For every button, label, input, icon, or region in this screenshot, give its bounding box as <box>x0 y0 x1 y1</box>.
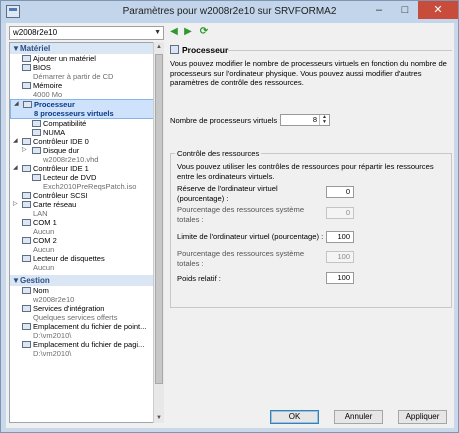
vm-selector[interactable]: w2008r2e10 ▼ <box>9 26 164 40</box>
collapse-icon: ▼ <box>12 44 20 53</box>
ide-controller-icon <box>22 138 31 145</box>
tree-item-numa[interactable]: NUMA <box>10 128 163 137</box>
hard-disk-icon <box>32 147 41 154</box>
maximize-button[interactable]: □ <box>392 1 418 19</box>
reserve-total-label: Pourcentage des ressources système total… <box>177 205 305 224</box>
toolbar: w2008r2e10 ▼ ◀ ▶ ⟳ <box>6 23 454 41</box>
network-adapter-icon <box>22 201 31 208</box>
processor-icon <box>170 45 179 54</box>
limit-label: Limite de l'ordinateur virtuel (pourcent… <box>177 232 324 241</box>
tree-item-com1[interactable]: COM 1 Aucun <box>10 218 163 236</box>
expand-icon[interactable]: ▷ <box>13 200 18 209</box>
compatibility-icon <box>32 120 41 127</box>
limit-total-label: Pourcentage des ressources système total… <box>177 249 305 268</box>
forward-arrow-icon[interactable]: ▶ <box>182 26 194 38</box>
integration-services-icon <box>22 305 31 312</box>
collapse-icon: ▼ <box>12 276 20 285</box>
paging-file-icon <box>22 341 31 348</box>
hardware-section-header[interactable]: ▼Matériel <box>10 43 163 54</box>
spinner-arrows-icon[interactable]: ▲ ▼ <box>319 115 329 125</box>
dialog-content: w2008r2e10 ▼ ◀ ▶ ⟳ ▼Matériel Ajouter un … <box>6 23 454 428</box>
scsi-controller-icon <box>22 192 31 199</box>
floppy-drive-icon <box>22 255 31 262</box>
com-port-icon <box>22 219 31 226</box>
scrollbar-thumb[interactable] <box>155 54 163 384</box>
settings-window: Paramètres pour w2008r2e10 sur SRVFORMA2… <box>0 0 459 433</box>
snapshot-file-icon <box>22 323 31 330</box>
chevron-down-icon: ▼ <box>154 29 161 36</box>
collapse-icon[interactable]: ◢ <box>13 164 18 173</box>
tree-item-dvd-drive[interactable]: Lecteur de DVD Exch2010PreReqsPatch.iso <box>10 173 163 191</box>
collapse-icon[interactable]: ◢ <box>13 137 18 146</box>
reserve-total-value: 0 <box>326 207 354 219</box>
management-section-header[interactable]: ▼Gestion <box>10 275 163 286</box>
tree-item-compatibility[interactable]: Compatibilité <box>10 119 163 128</box>
memory-icon <box>22 82 31 89</box>
tree-item-snapshot-location[interactable]: Emplacement du fichier de point... D:\vm2… <box>10 322 163 340</box>
processor-icon <box>23 101 32 108</box>
dialog-buttons: OK Annuler Appliquer <box>6 406 454 428</box>
reserve-label: Réserve de l'ordinateur virtuel (pourcen… <box>177 184 278 203</box>
add-hardware-icon <box>22 55 31 62</box>
resource-control-title: Contrôle des ressources <box>175 149 262 158</box>
title-bar: Paramètres pour w2008r2e10 sur SRVFORMA2… <box>1 1 458 23</box>
close-button[interactable]: ✕ <box>418 1 458 19</box>
numa-icon <box>32 129 41 136</box>
tree-item-integration-services[interactable]: Services d'intégration Quelques services … <box>10 304 163 322</box>
limit-total-value: 100 <box>326 251 354 263</box>
expand-icon[interactable]: ▷ <box>22 146 27 155</box>
tree-item-name[interactable]: Nom w2008r2e10 <box>10 286 163 304</box>
ok-button[interactable]: OK <box>270 410 319 424</box>
tree-item-hard-disk[interactable]: ▷ Disque dur w2008r2e10.vhd <box>10 146 163 164</box>
resource-control-group: Contrôle des ressources Vous pouvez util… <box>170 149 452 308</box>
relative-weight-label: Poids relatif : <box>177 274 221 283</box>
collapse-icon[interactable]: ◢ <box>14 100 19 109</box>
dvd-drive-icon <box>32 174 41 181</box>
ide-controller-icon <box>22 165 31 172</box>
refresh-icon[interactable]: ⟳ <box>198 26 210 38</box>
panel-title: Processeur <box>170 45 228 55</box>
tree-item-ide-controller-1[interactable]: ◢ Contrôleur IDE 1 <box>10 164 163 173</box>
cancel-button[interactable]: Annuler <box>334 410 383 424</box>
back-arrow-icon[interactable]: ◀ <box>168 26 180 38</box>
tree-item-bios[interactable]: BIOS Démarrer à partir de CD <box>10 63 163 81</box>
bios-icon <box>22 64 31 71</box>
vm-selector-value: w2008r2e10 <box>13 28 58 37</box>
resource-control-intro: Vous pouvez utiliser les contrôles de re… <box>177 162 434 181</box>
tree-item-memory[interactable]: Mémoire 4000 Mo <box>10 81 163 99</box>
scroll-up-arrow-icon[interactable]: ▲ <box>154 42 164 52</box>
reserve-input[interactable]: 0 <box>326 186 354 198</box>
com-port-icon <box>22 237 31 244</box>
name-icon <box>22 287 31 294</box>
tree-item-network-adapter[interactable]: ▷ Carte réseau LAN <box>10 200 163 218</box>
apply-button[interactable]: Appliquer <box>398 410 447 424</box>
processor-settings-panel: Processeur Vous pouvez modifier le nombr… <box>168 42 454 417</box>
tree-item-add-hardware[interactable]: Ajouter un matériel <box>10 54 163 63</box>
tree-scrollbar[interactable]: ▲ ▼ <box>153 42 164 423</box>
minimize-button[interactable]: – <box>366 1 392 19</box>
tree-item-processor[interactable]: ◢ Processeur 8 processeurs virtuels <box>10 99 163 119</box>
tree-item-floppy-drive[interactable]: Lecteur de disquettes Aucun <box>10 254 163 272</box>
vcpu-label: Nombre de processeurs virtuels : <box>170 116 282 125</box>
vcpu-count-stepper[interactable]: 8 ▲ ▼ <box>280 114 330 126</box>
tree-item-scsi-controller[interactable]: Contrôleur SCSI <box>10 191 163 200</box>
tree-item-paging-file-location[interactable]: Emplacement du fichier de pagi... D:\vm20… <box>10 340 163 358</box>
panel-description: Vous pouvez modifier le nombre de proces… <box>170 59 447 87</box>
limit-input[interactable]: 100 <box>326 231 354 243</box>
tree-item-com2[interactable]: COM 2 Aucun <box>10 236 163 254</box>
title-divider <box>228 50 452 51</box>
relative-weight-input[interactable]: 100 <box>326 272 354 284</box>
settings-tree: ▼Matériel Ajouter un matériel BIOS Démarr… <box>9 42 164 423</box>
tree-item-ide-controller-0[interactable]: ◢ Contrôleur IDE 0 <box>10 137 163 146</box>
